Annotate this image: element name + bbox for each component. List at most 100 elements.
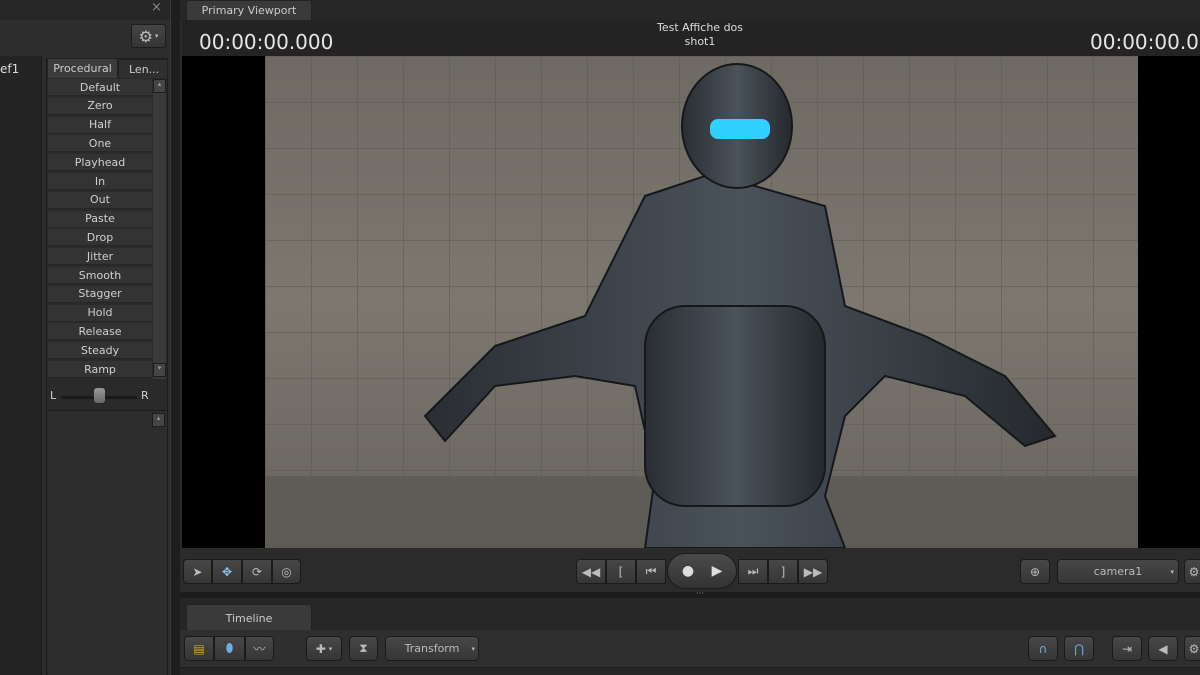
waveform-icon: 〰 xyxy=(253,642,266,656)
gear-icon: ⚙ xyxy=(1188,641,1200,656)
move-tool-button[interactable]: ✥ xyxy=(212,559,242,584)
add-marker-icon: ✚ xyxy=(315,641,326,656)
panel-splitter[interactable] xyxy=(170,0,180,675)
bracket-right-icon: ] xyxy=(780,564,786,579)
go-to-out-button[interactable]: ] xyxy=(768,559,798,584)
scroll-down-button[interactable]: ▾ xyxy=(153,363,166,377)
pivot-tool-button[interactable]: ◎ xyxy=(272,559,301,584)
slider-right-label: R xyxy=(141,389,149,402)
session-title: Test Affiche dos xyxy=(656,21,744,34)
viewport-settings-button[interactable]: ⚙ xyxy=(1184,559,1200,584)
timeline-tabbar xyxy=(180,598,1200,630)
slider-left-label: L xyxy=(50,389,57,402)
scene-render xyxy=(265,56,1138,548)
audio-button[interactable]: ◀ xyxy=(1148,636,1178,661)
gear-icon: ⚙ xyxy=(138,26,153,46)
clip-editor-button[interactable]: ▤ xyxy=(184,636,214,661)
record-button[interactable]: ● xyxy=(675,560,701,582)
fast-forward-button[interactable]: ▶▶ xyxy=(798,559,828,584)
balance-slider-thumb[interactable] xyxy=(94,388,105,403)
hold-time-button[interactable]: ⧗ xyxy=(349,636,378,661)
timecode-left: 00:00:00.000 xyxy=(199,30,334,54)
hourglass-icon: ⧗ xyxy=(359,641,368,655)
graph-editor-button[interactable]: 〰 xyxy=(245,636,274,661)
camera-target-button[interactable]: ⊕ xyxy=(1020,559,1050,584)
previous-frame-button[interactable]: ⏮ xyxy=(636,559,666,584)
mode-select-value: Transform xyxy=(404,642,460,655)
arrow-to-end-icon: ⇥ xyxy=(1121,641,1133,656)
chevron-down-icon: ▾ xyxy=(328,644,333,653)
motion-editor-icon: ⬮ xyxy=(225,641,234,655)
record-dot-icon: ● xyxy=(681,563,695,579)
next-frame-button[interactable]: ⏭ xyxy=(738,559,768,584)
procedural-item-smooth[interactable]: Smooth xyxy=(48,267,152,284)
tab-timeline[interactable]: Timeline xyxy=(186,604,312,631)
procedural-item-one[interactable]: One xyxy=(48,135,152,153)
procedural-item-in[interactable]: In xyxy=(48,173,152,190)
procedural-item-zero[interactable]: Zero xyxy=(48,97,152,115)
arrow-pointer-icon: ➤ xyxy=(192,564,203,579)
shot-name: shot1 xyxy=(684,35,716,48)
visor xyxy=(710,119,770,139)
crosshair-icon: ⊕ xyxy=(1029,564,1041,579)
speaker-icon: ◀ xyxy=(1158,641,1168,656)
left-panel: × ⚙ ▾ ef1 Procedural Len... Default Zero Ha… xyxy=(0,0,170,675)
rotate-tool-button[interactable]: ⟳ xyxy=(242,559,272,584)
lower-box: ▴ xyxy=(48,410,167,675)
select-tool-button[interactable]: ➤ xyxy=(183,559,212,584)
play-button[interactable]: ▶ xyxy=(704,560,730,582)
scroll-up-button[interactable]: ▴ xyxy=(153,79,166,93)
gear-icon: ⚙ xyxy=(1188,564,1200,579)
go-to-end-button[interactable]: ⇥ xyxy=(1112,636,1142,661)
move-arrows-icon: ✥ xyxy=(221,564,233,579)
motion-editor-button[interactable]: ⬮ xyxy=(214,636,245,661)
tree-view: ef1 xyxy=(0,56,42,675)
procedural-item-playhead[interactable]: Playhead xyxy=(48,154,152,172)
magnet-frame-icon: ⋂ xyxy=(1074,641,1084,656)
procedural-item-paste[interactable]: Paste xyxy=(48,210,152,228)
timeline-settings-button[interactable]: ⚙ xyxy=(1184,636,1200,661)
rotate-icon: ⟳ xyxy=(251,564,263,579)
chevron-down-icon: ▾ xyxy=(154,32,159,40)
procedural-scrollbar[interactable]: ▴ ▾ xyxy=(153,79,166,379)
procedural-item-stagger[interactable]: Stagger xyxy=(48,285,152,303)
timeline-body xyxy=(180,667,1200,675)
procedural-item-out[interactable]: Out xyxy=(48,191,152,209)
camera-select-value: camera1 xyxy=(1093,565,1143,578)
chevron-down-icon: ▾ xyxy=(1170,567,1174,576)
procedural-item-release[interactable]: Release xyxy=(48,323,152,341)
filmstrip-icon: ▤ xyxy=(193,641,205,656)
timecode-right: 00:00:00.000 xyxy=(1090,30,1200,54)
left-panel-header xyxy=(0,0,170,20)
procedural-item-drop[interactable]: Drop xyxy=(48,229,152,247)
play-icon: ▶ xyxy=(711,563,723,579)
go-to-in-button[interactable]: [ xyxy=(606,559,636,584)
procedural-item-ramp[interactable]: Ramp xyxy=(48,361,152,378)
chevron-down-icon: ▾ xyxy=(471,644,475,653)
tab-primary-viewport[interactable]: Primary Viewport xyxy=(186,0,312,20)
procedural-item-default[interactable]: Default xyxy=(48,79,152,96)
snap-button[interactable]: ∩ xyxy=(1028,636,1058,661)
step-back-icon: ⏮ xyxy=(645,564,657,578)
viewport-canvas[interactable] xyxy=(182,56,1200,548)
viewport-tabbar xyxy=(180,0,1200,20)
tab-procedural[interactable]: Procedural xyxy=(47,58,118,78)
fast-forward-icon: ▶▶ xyxy=(803,564,823,579)
procedural-item-hold[interactable]: Hold xyxy=(48,304,152,322)
mode-select[interactable]: Transform ▾ xyxy=(385,636,479,661)
settings-gear-button[interactable]: ⚙ ▾ xyxy=(131,24,166,48)
procedural-item-steady[interactable]: Steady xyxy=(48,342,152,360)
tree-item[interactable]: ef1 xyxy=(0,62,19,76)
close-icon[interactable]: × xyxy=(151,0,162,15)
snap-frame-button[interactable]: ⋂ xyxy=(1064,636,1094,661)
add-bookmark-button[interactable]: ✚ ▾ xyxy=(306,636,342,661)
procedural-item-half[interactable]: Half xyxy=(48,116,152,134)
camera-select[interactable]: camera1 ▾ xyxy=(1057,559,1179,584)
rewind-icon: ◀◀ xyxy=(581,564,601,579)
procedural-item-jitter[interactable]: Jitter xyxy=(48,248,152,266)
tab-lens[interactable]: Len... xyxy=(118,59,168,78)
rewind-button[interactable]: ◀◀ xyxy=(576,559,606,584)
target-circle-icon: ◎ xyxy=(281,564,292,579)
bracket-left-icon: [ xyxy=(618,564,624,579)
scroll-up-button[interactable]: ▴ xyxy=(152,413,165,427)
